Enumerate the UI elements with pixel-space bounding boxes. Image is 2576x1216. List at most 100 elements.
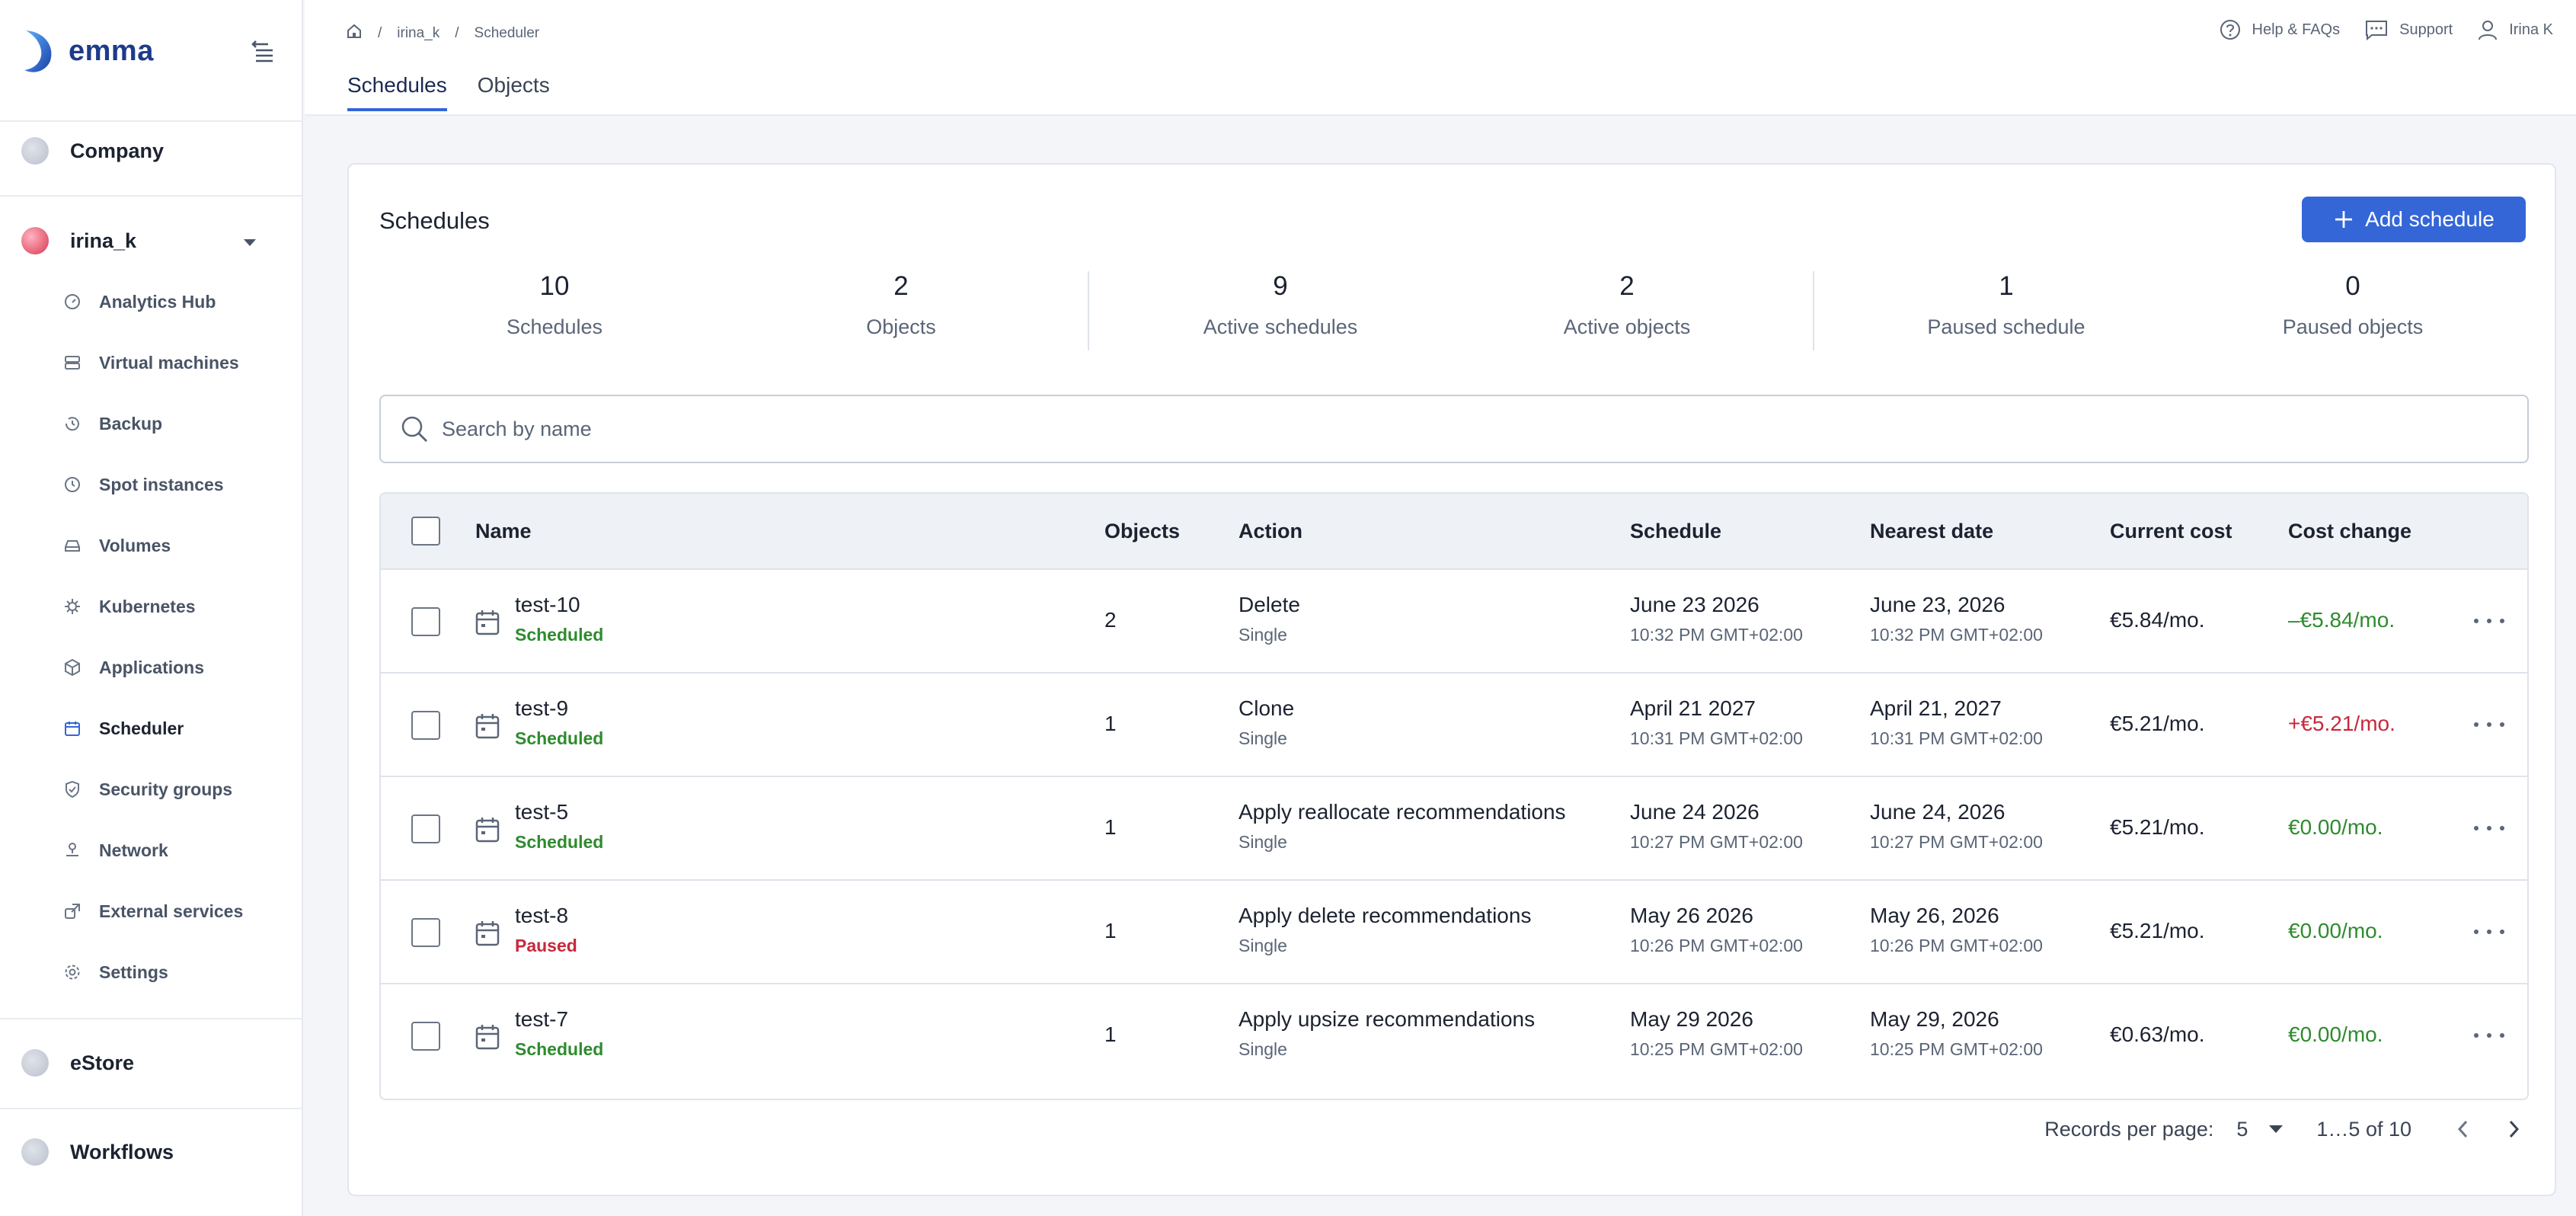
sidebar-item-analytics-hub[interactable]: Analytics Hub <box>62 283 216 320</box>
top-links: Help & FAQs Support Irina K <box>2194 18 2553 41</box>
schedule-name[interactable]: test-10 <box>515 593 603 617</box>
org-label: Company <box>70 139 165 162</box>
column-header-schedule[interactable]: Schedule <box>1630 520 1721 543</box>
sidebar-item-security-groups[interactable]: Security groups <box>62 771 232 808</box>
records-per-page-select[interactable]: 5 <box>2236 1118 2284 1141</box>
tab-schedules[interactable]: Schedules <box>347 73 447 111</box>
sidebar-item-virtual-machines[interactable]: Virtual machines <box>62 344 239 381</box>
row-checkbox[interactable] <box>411 1022 440 1051</box>
collapse-sidebar-button[interactable] <box>248 37 277 66</box>
sidebar-item-backup[interactable]: Backup <box>62 405 162 442</box>
sidebar-divider <box>0 1018 303 1019</box>
brand-logo[interactable]: emma <box>20 27 154 75</box>
sidebar-item-settings[interactable]: Settings <box>62 954 168 990</box>
search-input[interactable] <box>442 417 2422 441</box>
add-schedule-label: Add schedule <box>2365 207 2495 231</box>
schedule-name[interactable]: test-7 <box>515 1007 603 1032</box>
search-box[interactable] <box>379 395 2529 463</box>
table-row[interactable]: test-9 Scheduled 1 Clone Single April 21… <box>381 674 2527 777</box>
cube-icon <box>62 658 82 677</box>
help-link[interactable]: Help & FAQs <box>2219 18 2340 41</box>
chevron-down-icon[interactable] <box>241 235 259 250</box>
user-icon <box>2479 21 2498 40</box>
status-badge: Scheduled <box>515 832 604 852</box>
column-header-name[interactable]: Name <box>475 520 532 543</box>
calendar-icon <box>62 718 82 738</box>
nearest-time: 10:25 PM GMT+02:00 <box>1870 1039 2043 1059</box>
breadcrumb-irina-k[interactable]: irina_k <box>397 25 439 42</box>
nearest-date: May 26, 2026 <box>1870 904 1999 927</box>
org-irina-k[interactable]: irina_k <box>21 227 136 254</box>
clock-icon <box>62 475 82 494</box>
support-link[interactable]: Support <box>2364 18 2453 41</box>
user-menu[interactable]: Irina K <box>2477 18 2553 41</box>
table-row[interactable]: test-5 Scheduled 1 Apply reallocate reco… <box>381 777 2527 881</box>
nearest-time: 10:27 PM GMT+02:00 <box>1870 832 2043 852</box>
sidebar-item-network[interactable]: Network <box>62 832 168 869</box>
stat-active-objects: 2 Active objects <box>1452 271 1802 339</box>
add-schedule-button[interactable]: Add schedule <box>2302 197 2526 242</box>
table-row[interactable]: test-8 Paused 1 Apply delete recommendat… <box>381 881 2527 984</box>
column-header-cost-change[interactable]: Cost change <box>2288 520 2411 543</box>
column-header-nearest-date[interactable]: Nearest date <box>1870 520 1993 543</box>
objects-count: 1 <box>1104 1022 1117 1046</box>
brand-name: emma <box>69 34 154 67</box>
sidebar-item-external-services[interactable]: External services <box>62 893 243 930</box>
previous-page-button[interactable] <box>2448 1114 2479 1144</box>
more-actions-icon[interactable] <box>2474 713 2504 736</box>
column-header-current-cost[interactable]: Current cost <box>2110 520 2232 543</box>
schedule-time: 10:31 PM GMT+02:00 <box>1630 728 1803 748</box>
calendar-icon <box>475 1025 500 1050</box>
chat-icon <box>2366 21 2388 41</box>
org-workflows[interactable]: Workflows <box>21 1138 174 1166</box>
org-company[interactable]: Company <box>21 137 164 165</box>
next-page-button[interactable] <box>2498 1114 2529 1144</box>
workspace-avatar <box>21 227 49 254</box>
schedule-name[interactable]: test-5 <box>515 800 603 824</box>
more-actions-icon[interactable] <box>2474 1024 2504 1047</box>
helm-icon <box>62 597 82 616</box>
sidebar-item-label: Network <box>99 840 168 860</box>
row-checkbox[interactable] <box>411 814 440 843</box>
home-icon[interactable] <box>346 23 363 44</box>
status-badge: Scheduled <box>515 1039 604 1059</box>
schedule-name[interactable]: test-9 <box>515 696 603 721</box>
external-icon <box>62 901 82 921</box>
column-header-action[interactable]: Action <box>1238 520 1302 543</box>
shield-icon <box>62 779 82 799</box>
schedules-card: Schedules Add schedule 10 Schedules 2 Ob… <box>347 163 2556 1196</box>
objects-count: 1 <box>1104 712 1117 735</box>
stat-divider <box>1813 271 1814 350</box>
table-row[interactable]: test-7 Scheduled 1 Apply upsize recommen… <box>381 984 2527 1088</box>
sidebar-item-label: Spot instances <box>99 474 224 494</box>
status-badge: Paused <box>515 936 577 955</box>
table-row[interactable]: test-10 Scheduled 2 Delete Single June 2… <box>381 570 2527 674</box>
calendar-icon <box>475 610 500 635</box>
calendar-icon <box>475 921 500 946</box>
schedule-name[interactable]: test-8 <box>515 904 577 928</box>
sidebar-item-spot-instances[interactable]: Spot instances <box>62 466 224 503</box>
stat-schedules: 10 Schedules <box>379 271 730 339</box>
stat-value: 9 <box>1273 271 1288 301</box>
stat-value: 2 <box>893 271 909 301</box>
select-all-checkbox[interactable] <box>411 517 440 546</box>
row-checkbox[interactable] <box>411 918 440 947</box>
row-checkbox[interactable] <box>411 607 440 636</box>
more-actions-icon[interactable] <box>2474 817 2504 840</box>
sidebar-divider <box>0 1108 303 1109</box>
column-header-objects[interactable]: Objects <box>1104 520 1180 543</box>
more-actions-icon[interactable] <box>2474 610 2504 632</box>
sidebar-item-kubernetes[interactable]: Kubernetes <box>62 588 196 625</box>
sidebar-item-applications[interactable]: Applications <box>62 649 204 686</box>
sidebar-item-label: Virtual machines <box>99 352 239 373</box>
row-checkbox[interactable] <box>411 711 440 740</box>
tab-objects[interactable]: Objects <box>478 73 550 111</box>
sidebar-item-volumes[interactable]: Volumes <box>62 527 171 564</box>
stats-summary: 10 Schedules 2 Objects 9 Active schedule… <box>379 271 2529 350</box>
org-estore[interactable]: eStore <box>21 1049 134 1077</box>
sidebar-item-scheduler[interactable]: Scheduler <box>62 710 184 747</box>
breadcrumb-scheduler[interactable]: Scheduler <box>475 25 540 42</box>
more-actions-icon[interactable] <box>2474 920 2504 943</box>
sidebar-item-label: Analytics Hub <box>99 291 216 312</box>
breadcrumb-separator: / <box>378 25 382 41</box>
